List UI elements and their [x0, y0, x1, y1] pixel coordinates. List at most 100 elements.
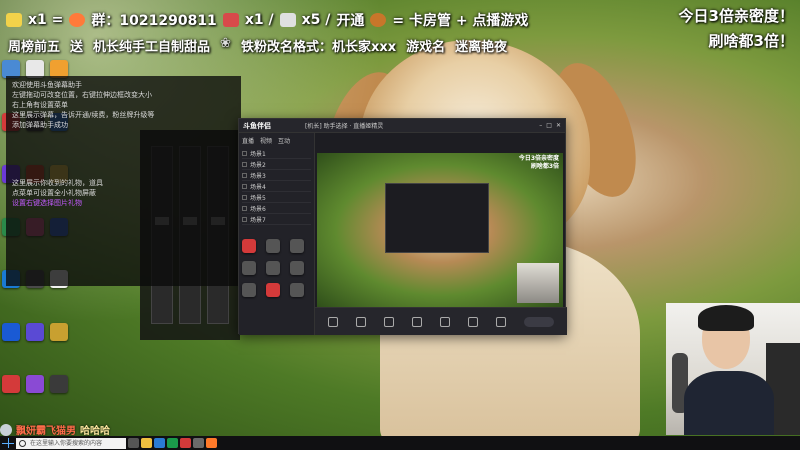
checkbox-icon[interactable] [242, 161, 247, 167]
promo-text: 今日3倍亲密度！ 刷啥都3倍！ [679, 4, 794, 54]
start-live-button[interactable] [524, 316, 554, 327]
badge-icon [370, 13, 387, 27]
source-icon[interactable] [266, 283, 280, 297]
checkbox-icon[interactable] [242, 172, 247, 178]
source-icon[interactable] [266, 261, 280, 275]
microphone-icon[interactable] [440, 316, 450, 327]
banner-text: x5 / [301, 12, 331, 28]
desktop-app-icon[interactable] [2, 375, 20, 394]
banner-text: x1 / [244, 12, 274, 28]
source-icon[interactable] [266, 239, 280, 253]
streamer-hair [698, 305, 754, 331]
scene-item[interactable]: 场景2 [242, 159, 311, 170]
tab-interact[interactable]: 互动 [278, 136, 290, 145]
scene-label: 场景7 [250, 216, 266, 224]
streaming-app-window[interactable]: 斗鱼伴侣 [机长] 助手选择 · 直播姬精灵 – □ ✕ 直播 视频 互动 场景… [238, 118, 567, 335]
checkbox-icon[interactable] [242, 194, 247, 200]
banner-item: 迷离艳夜 [455, 40, 508, 55]
chat-line: 设置右键选择图片礼物 [12, 199, 82, 207]
desktop-app-icon[interactable] [2, 322, 20, 341]
file-explorer-icon[interactable] [141, 438, 152, 448]
desktop-app-icon[interactable] [50, 322, 68, 341]
minimize-icon[interactable]: – [539, 122, 542, 129]
banner-group-id: 群：1021290811 [91, 13, 217, 29]
chat-line: 右上角有设置菜单 [12, 101, 68, 109]
banner-item: 铁粉改名格式：机长家xxx [240, 40, 397, 55]
source-icon[interactable] [290, 283, 304, 297]
banner-item: 送 [70, 40, 84, 55]
chat-line: 这里展示你收到的礼物，道具 [12, 179, 103, 187]
browser-icon[interactable] [154, 438, 165, 448]
chat-line: 这里展示弹幕，告诉开通/续费，粉丝牌升级等 [12, 111, 155, 119]
source-icon[interactable] [290, 261, 304, 275]
desktop-app-icon[interactable] [26, 322, 44, 341]
tab-live[interactable]: 直播 [242, 136, 254, 145]
scene-label: 场景5 [250, 194, 266, 202]
app-toolbar [315, 307, 567, 335]
source-icon[interactable] [242, 261, 256, 275]
chat-line: 欢迎使用斗鱼弹幕助手 [12, 81, 82, 89]
app-title: [机长] 助手选择 · 直播姬精灵 [305, 123, 384, 130]
live-room-icon[interactable] [328, 316, 338, 327]
scene-item[interactable]: 场景5 [242, 192, 311, 203]
streamer-body [684, 371, 774, 435]
scene-item[interactable]: 场景3 [242, 170, 311, 181]
scene-item[interactable]: 场景7 [242, 214, 311, 225]
app-logo: 斗鱼伴侣 [243, 121, 271, 130]
checkbox-icon[interactable] [242, 216, 247, 222]
banner-text: 开通 [336, 13, 365, 29]
nickname-suffix: 哈哈哈 [80, 426, 110, 437]
scene-item[interactable]: 场景1 [242, 148, 311, 159]
banner-item: 机长纯手工自制甜品 [93, 40, 211, 55]
source-icon[interactable] [242, 239, 256, 253]
app-icon[interactable] [193, 438, 204, 448]
preview-nested-window [385, 183, 489, 253]
desktop-app-icon[interactable] [26, 375, 44, 394]
settings-icon[interactable] [496, 316, 506, 327]
scene-label: 场景3 [250, 172, 266, 180]
promo-line: 刷啥都3倍！ [708, 32, 794, 50]
task-view-icon[interactable] [128, 438, 139, 448]
beauty-icon[interactable] [412, 316, 422, 327]
windows-taskbar: 在这里输入你要搜索的内容 [0, 436, 800, 450]
scene-label: 场景4 [250, 183, 266, 191]
banner-text: x1 = [28, 12, 64, 28]
chat-line: 左键拖动可改变位置，右键拉伸边框改变大小 [12, 91, 152, 99]
windows-start-icon[interactable] [2, 438, 14, 448]
promo-line: 今日3倍亲密度！ [678, 7, 794, 25]
banner-second-line: 周榜前五 送 机长纯手工自制甜品 ❀ 铁粉改名格式：机长家xxx 游戏名 迷离艳… [8, 36, 507, 55]
source-icon[interactable] [242, 283, 256, 297]
top-banner: x1 = 群：1021290811 x1 / x5 / 开通 = 卡房管 + 点… [0, 8, 528, 32]
banner-item: 游戏名 [406, 40, 446, 55]
danmaku-icon[interactable] [356, 316, 366, 327]
stream-preview: 今日3倍亲密度 刷啥都3倍 [317, 153, 563, 307]
desktop-app-icon[interactable] [50, 375, 68, 394]
sound-effect-icon[interactable] [384, 316, 394, 327]
plane-icon [279, 13, 296, 27]
scene-label: 场景6 [250, 205, 266, 213]
close-icon[interactable]: ✕ [556, 122, 561, 129]
app-icon[interactable] [180, 438, 191, 448]
tab-video[interactable]: 视频 [260, 136, 272, 145]
douyu-icon[interactable] [206, 438, 217, 448]
scene-item[interactable]: 场景4 [242, 181, 311, 192]
scene-sidebar: 直播 视频 互动 场景1 场景2 场景3 场景4 场景5 场景6 场景7 [239, 133, 315, 335]
maximize-icon[interactable]: □ [546, 122, 552, 129]
chat-line: 添加弹幕助手成功 [12, 121, 68, 129]
preview-promo-line: 刷啥都3倍 [530, 163, 559, 170]
scene-label: 场景1 [250, 150, 266, 158]
taskbar-search-input[interactable]: 在这里输入你要搜索的内容 [16, 437, 126, 449]
gift-icon [69, 13, 86, 27]
checkbox-icon[interactable] [242, 205, 247, 211]
checkbox-icon[interactable] [242, 150, 247, 156]
danmaku-chat-overlay[interactable]: 欢迎使用斗鱼弹幕助手 左键拖动可改变位置，右键拉伸边框改变大小 右上角有设置菜单… [6, 76, 241, 286]
rocket-icon [222, 13, 239, 27]
scene-item[interactable]: 场景6 [242, 203, 311, 214]
webcam-overlay [666, 303, 800, 435]
app-icon[interactable] [167, 438, 178, 448]
source-icon[interactable] [290, 239, 304, 253]
scene-label: 场景2 [250, 161, 266, 169]
speaker-icon[interactable] [468, 316, 478, 327]
checkbox-icon[interactable] [242, 183, 247, 189]
preview-webcam [517, 263, 559, 303]
